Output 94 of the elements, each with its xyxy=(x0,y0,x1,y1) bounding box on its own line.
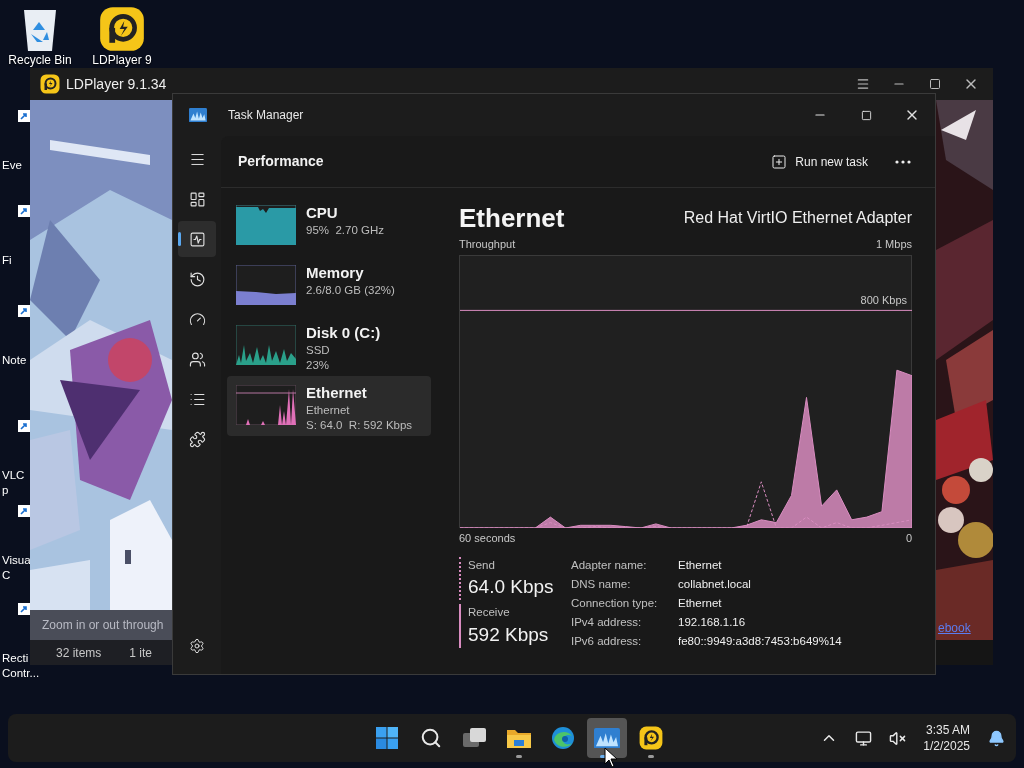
resource-item[interactable]: Memory 2.6/8.0 GB (32%) xyxy=(227,256,431,316)
adapter-model: Red Hat VirtIO Ethernet Adapter xyxy=(683,208,912,228)
adapter-heading: Ethernet xyxy=(459,202,565,234)
graph-caption: Throughput xyxy=(459,236,516,252)
shortcut-arrow-icon[interactable] xyxy=(18,505,30,517)
page-title: Performance xyxy=(238,152,324,171)
resource-name: Disk 0 (C:) xyxy=(306,323,381,343)
resource-detail: Ethernet xyxy=(306,403,351,418)
desktop-icon-label[interactable]: LDPlayer 9 xyxy=(92,53,152,67)
property-value: Ethernet xyxy=(678,558,723,573)
nav-button[interactable] xyxy=(178,221,216,257)
clock[interactable]: 3:35 AM 1/2/2025 xyxy=(919,722,974,754)
status-text: 1 ite xyxy=(129,644,153,662)
menu-icon xyxy=(856,77,870,91)
users-icon xyxy=(188,350,206,368)
resource-detail: 95% 2.70 GHz xyxy=(306,223,384,238)
search-icon xyxy=(420,727,442,749)
shortcut-arrow-icon[interactable] xyxy=(18,420,30,432)
property-value: Ethernet xyxy=(678,596,723,611)
task-manager-icon xyxy=(594,727,620,749)
time-label: 0 xyxy=(905,531,912,546)
history-icon xyxy=(188,270,206,288)
add-window-icon xyxy=(771,153,788,170)
resource-detail: 23% xyxy=(306,358,331,373)
desktop-icon-label[interactable]: Eve xyxy=(2,158,22,173)
shortcut-arrow-icon[interactable] xyxy=(18,110,30,122)
desktop-icon-label[interactable]: C xyxy=(2,568,11,583)
puzzle-icon xyxy=(188,430,206,448)
send-label: Send xyxy=(468,558,496,573)
status-text: 32 items xyxy=(56,644,102,662)
property-label: IPv6 address: xyxy=(571,634,643,649)
resource-name: Memory xyxy=(306,263,365,283)
browser-icon xyxy=(551,726,575,750)
window-title: LDPlayer 9.1.34 xyxy=(66,74,167,94)
task-manager-logo-icon xyxy=(189,107,207,123)
taskbar-button[interactable] xyxy=(587,718,627,758)
bell-icon xyxy=(987,729,1005,747)
gauge-icon xyxy=(188,310,206,328)
property-label: Connection type: xyxy=(571,596,659,611)
shortcut-arrow-icon[interactable] xyxy=(18,305,30,317)
resource-name: Ethernet xyxy=(306,383,368,403)
mouse-cursor-icon xyxy=(604,747,618,768)
property-label: IPv4 address: xyxy=(571,615,643,630)
desktop-icon-label[interactable]: VLC xyxy=(2,468,25,483)
property-label: Adapter name: xyxy=(571,558,648,573)
property-value: fe80::9949:a3d8:7453:b649%14 xyxy=(678,634,842,649)
task-view-icon xyxy=(462,727,488,749)
sparkline xyxy=(236,265,296,305)
scale-label: 1 Mbps xyxy=(875,236,912,252)
hint-text: Zoom in or out through xyxy=(42,617,164,634)
resource-detail: SSD xyxy=(306,343,331,358)
shortcut-arrow-icon[interactable] xyxy=(18,205,30,217)
threshold-label: 800 Kbps xyxy=(860,294,907,307)
muted-speaker-icon xyxy=(888,729,906,747)
receive-value: 592 Kbps xyxy=(468,622,550,647)
property-label: DNS name: xyxy=(571,577,632,592)
resource-item[interactable]: Disk 0 (C:) SSD 23% xyxy=(227,316,431,376)
resource-item[interactable]: CPU 95% 2.70 GHz xyxy=(227,196,431,256)
resource-item[interactable]: Ethernet Ethernet S: 64.0 R: 592 Kbps xyxy=(227,376,431,436)
desktop-icon-label[interactable]: Contr... xyxy=(2,666,40,681)
shortcut-arrow-icon[interactable] xyxy=(18,603,30,615)
send-value: 64.0 Kbps xyxy=(468,575,555,600)
maximize-icon xyxy=(929,78,941,90)
time-label: 60 seconds xyxy=(459,531,516,546)
folder-icon xyxy=(506,727,532,749)
processes-icon xyxy=(188,190,206,208)
settings-icon xyxy=(189,638,205,654)
performance-icon xyxy=(188,230,206,248)
resource-name: CPU xyxy=(306,203,339,223)
ldplayer-logo-icon xyxy=(40,74,60,94)
run-new-task-button[interactable]: Run new task xyxy=(763,146,876,177)
running-indicator xyxy=(516,755,522,758)
receive-label: Receive xyxy=(468,605,511,621)
desktop-icon-label[interactable]: Visua xyxy=(2,553,31,568)
window-title: Task Manager xyxy=(228,107,304,124)
resource-detail: S: 64.0 R: 592 Kbps xyxy=(306,418,413,433)
windows-logo-icon xyxy=(375,726,399,750)
maximize-icon xyxy=(860,109,872,121)
monitor-icon xyxy=(854,729,872,747)
desktop-icon-label[interactable]: Recycle Bin xyxy=(8,53,72,67)
running-indicator xyxy=(648,755,654,758)
ldplayer-icon xyxy=(639,726,663,750)
desktop-icon-label[interactable]: Fi xyxy=(2,253,12,268)
sparkline xyxy=(236,205,296,245)
property-value: 192.168.1.16 xyxy=(678,615,747,630)
ldplayer-shortcut-icon xyxy=(99,6,145,52)
desktop-icon-label[interactable]: p xyxy=(2,483,9,498)
more-icon xyxy=(895,159,911,164)
resource-detail: 2.6/8.0 GB (32%) xyxy=(306,283,395,298)
desktop-icon-label[interactable]: Recti xyxy=(2,651,29,666)
sparkline xyxy=(236,325,296,365)
property-value: collabnet.local xyxy=(678,577,752,592)
desktop-icon-label[interactable]: Note xyxy=(2,353,27,368)
sparkline xyxy=(236,385,296,425)
